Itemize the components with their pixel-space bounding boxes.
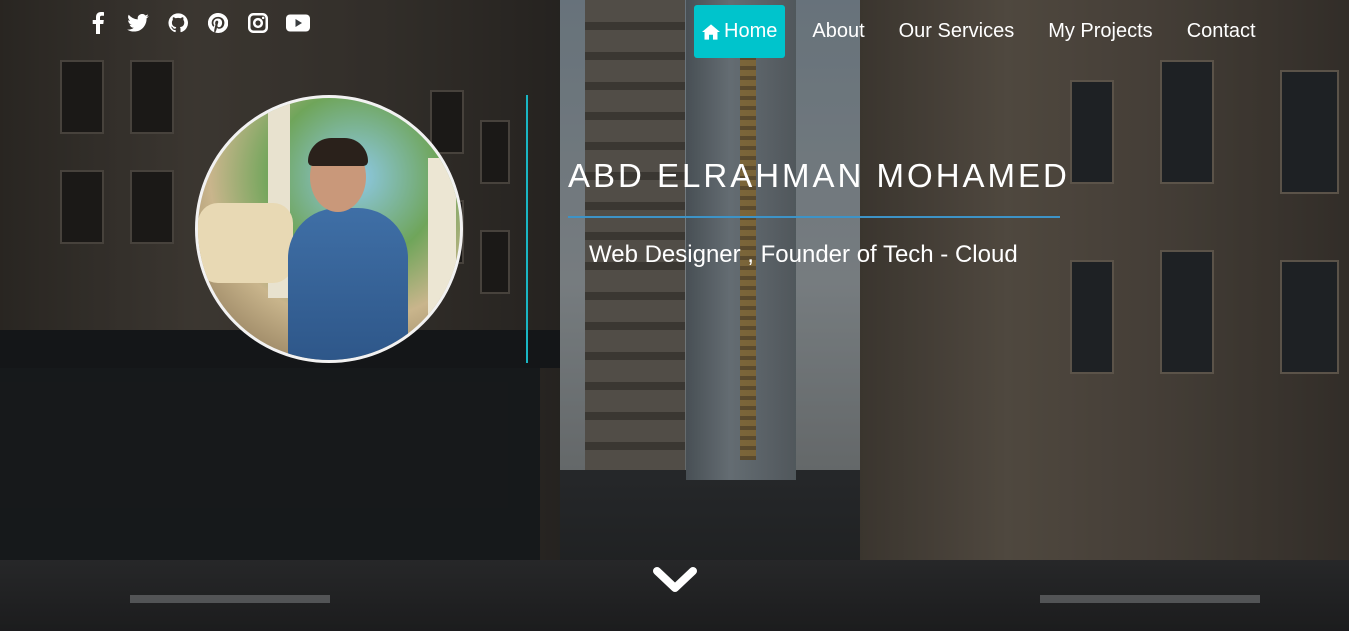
nav-item-my-projects[interactable]: My Projects xyxy=(1035,5,1165,58)
scroll-down-button[interactable] xyxy=(653,564,697,598)
nav-item-label: About xyxy=(812,20,865,42)
instagram-icon[interactable] xyxy=(238,10,278,36)
nav-item-label: Home xyxy=(724,20,778,42)
facebook-icon[interactable] xyxy=(78,10,118,36)
twitter-icon[interactable] xyxy=(118,10,158,36)
nav-item-about[interactable]: About xyxy=(799,5,877,58)
horizontal-divider xyxy=(568,216,1060,218)
main-nav: Home About Our Services My Projects Cont… xyxy=(694,5,1277,58)
nav-item-label: My Projects xyxy=(1048,20,1153,42)
chevron-down-icon xyxy=(653,567,697,592)
hero-tagline: Web Designer , Founder of Tech - Cloud xyxy=(589,241,1018,268)
nav-item-contact[interactable]: Contact xyxy=(1174,5,1269,58)
youtube-icon[interactable] xyxy=(278,10,318,36)
pinterest-icon[interactable] xyxy=(198,10,238,36)
nav-item-label: Contact xyxy=(1186,20,1256,42)
nav-item-home[interactable]: Home xyxy=(694,5,786,58)
nav-item-our-services[interactable]: Our Services xyxy=(886,5,1028,58)
avatar xyxy=(195,95,463,363)
hero-name: ABD ELRAHMAN MOHAMED xyxy=(568,157,1070,194)
background-photo xyxy=(0,0,1349,631)
home-icon xyxy=(702,23,720,40)
github-icon[interactable] xyxy=(158,10,198,36)
nav-item-label: Our Services xyxy=(898,20,1015,42)
social-links xyxy=(78,10,318,36)
vertical-divider xyxy=(526,95,528,363)
dark-overlay xyxy=(0,0,1349,631)
